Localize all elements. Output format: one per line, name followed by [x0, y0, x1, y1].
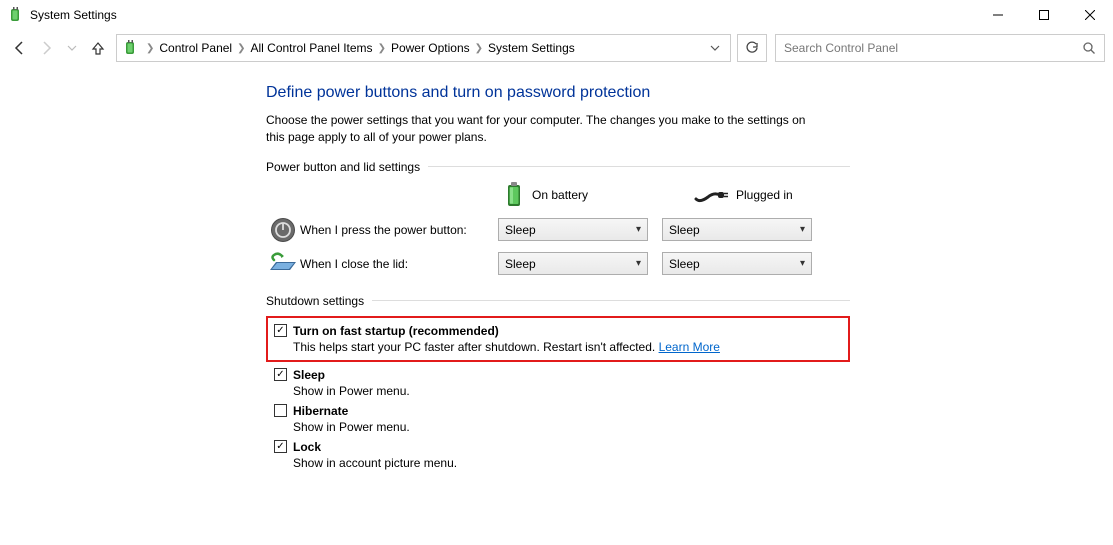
- section-title: Power button and lid settings: [266, 160, 420, 174]
- search-placeholder: Search Control Panel: [784, 41, 1082, 55]
- minimize-button[interactable]: [975, 0, 1021, 30]
- option-subtitle: Show in Power menu.: [293, 384, 850, 398]
- chevron-right-icon[interactable]: ❯: [475, 43, 483, 54]
- recent-dropdown[interactable]: [60, 36, 84, 60]
- option-lock: ✓ Lock Show in account picture menu.: [274, 440, 850, 470]
- breadcrumb-item[interactable]: All Control Panel Items: [249, 41, 375, 55]
- refresh-button[interactable]: [737, 34, 767, 62]
- chevron-right-icon[interactable]: ❯: [237, 43, 245, 54]
- checkbox-lock[interactable]: ✓: [274, 440, 287, 453]
- shutdown-settings: Shutdown settings ✓ Turn on fast startup…: [266, 294, 850, 470]
- checkbox-hibernate[interactable]: [274, 404, 287, 417]
- breadcrumb-item[interactable]: System Settings: [486, 41, 577, 55]
- titlebar: System Settings: [0, 0, 1113, 30]
- power-options-icon: [123, 40, 139, 56]
- divider: [428, 166, 850, 167]
- row-label: When I close the lid:: [300, 257, 498, 271]
- search-icon: [1082, 41, 1096, 55]
- learn-more-link[interactable]: Learn More: [659, 340, 720, 354]
- up-button[interactable]: [86, 36, 110, 60]
- option-sleep: ✓ Sleep Show in Power menu.: [274, 368, 850, 398]
- navbar: ❯ Control Panel ❯ All Control Panel Item…: [0, 30, 1113, 66]
- column-label: On battery: [532, 188, 588, 202]
- search-input[interactable]: Search Control Panel: [775, 34, 1105, 62]
- select-value: Sleep: [669, 257, 700, 271]
- column-on-battery: On battery: [504, 182, 654, 208]
- breadcrumb-item[interactable]: Control Panel: [157, 41, 234, 55]
- checkbox-sleep[interactable]: ✓: [274, 368, 287, 381]
- close-button[interactable]: [1067, 0, 1113, 30]
- breadcrumb-item[interactable]: Power Options: [389, 41, 472, 55]
- option-fast-startup: ✓ Turn on fast startup (recommended) Thi…: [266, 316, 850, 362]
- battery-icon: [504, 182, 524, 208]
- option-title: Turn on fast startup (recommended): [293, 324, 499, 338]
- chevron-right-icon[interactable]: ❯: [378, 43, 386, 54]
- select-power-button-plugged[interactable]: Sleep ▾: [662, 218, 812, 241]
- back-button[interactable]: [8, 36, 32, 60]
- chevron-down-icon: ▾: [636, 258, 641, 269]
- option-subtitle: Show in account picture menu.: [293, 456, 850, 470]
- select-value: Sleep: [505, 257, 536, 271]
- plug-icon: [694, 187, 728, 203]
- select-value: Sleep: [669, 223, 700, 237]
- select-value: Sleep: [505, 223, 536, 237]
- select-lid-plugged[interactable]: Sleep ▾: [662, 252, 812, 275]
- power-options-icon: [8, 7, 24, 23]
- forward-button[interactable]: [34, 36, 58, 60]
- column-headers: On battery Plugged in: [504, 182, 850, 208]
- power-button-icon: [266, 216, 300, 244]
- row-power-button: When I press the power button: Sleep ▾ S…: [266, 216, 850, 244]
- divider: [372, 300, 850, 301]
- chevron-down-icon: ▾: [800, 224, 805, 235]
- option-hibernate: Hibernate Show in Power menu.: [274, 404, 850, 434]
- window-title: System Settings: [30, 8, 975, 22]
- option-title: Lock: [293, 440, 321, 454]
- maximize-button[interactable]: [1021, 0, 1067, 30]
- chevron-right-icon[interactable]: ❯: [146, 43, 154, 54]
- section-power-button-lid: Power button and lid settings: [266, 160, 850, 174]
- section-title: Shutdown settings: [266, 294, 364, 308]
- option-subtitle: This helps start your PC faster after sh…: [293, 340, 840, 354]
- select-lid-battery[interactable]: Sleep ▾: [498, 252, 648, 275]
- page-description: Choose the power settings that you want …: [266, 112, 826, 146]
- address-dropdown[interactable]: [704, 43, 726, 53]
- window-controls: [975, 0, 1113, 30]
- column-plugged-in: Plugged in: [694, 187, 844, 203]
- option-subtitle: Show in Power menu.: [293, 420, 850, 434]
- page-heading: Define power buttons and turn on passwor…: [266, 84, 850, 102]
- lid-icon: [266, 252, 300, 276]
- select-power-button-battery[interactable]: Sleep ▾: [498, 218, 648, 241]
- checkbox-fast-startup[interactable]: ✓: [274, 324, 287, 337]
- section-shutdown: Shutdown settings: [266, 294, 850, 308]
- option-title: Hibernate: [293, 404, 348, 418]
- option-title: Sleep: [293, 368, 325, 382]
- main-content: Define power buttons and turn on passwor…: [0, 66, 850, 470]
- row-label: When I press the power button:: [300, 223, 498, 237]
- row-close-lid: When I close the lid: Sleep ▾ Sleep ▾: [266, 252, 850, 276]
- address-bar[interactable]: ❯ Control Panel ❯ All Control Panel Item…: [116, 34, 731, 62]
- column-label: Plugged in: [736, 188, 793, 202]
- chevron-down-icon: ▾: [800, 258, 805, 269]
- chevron-down-icon: ▾: [636, 224, 641, 235]
